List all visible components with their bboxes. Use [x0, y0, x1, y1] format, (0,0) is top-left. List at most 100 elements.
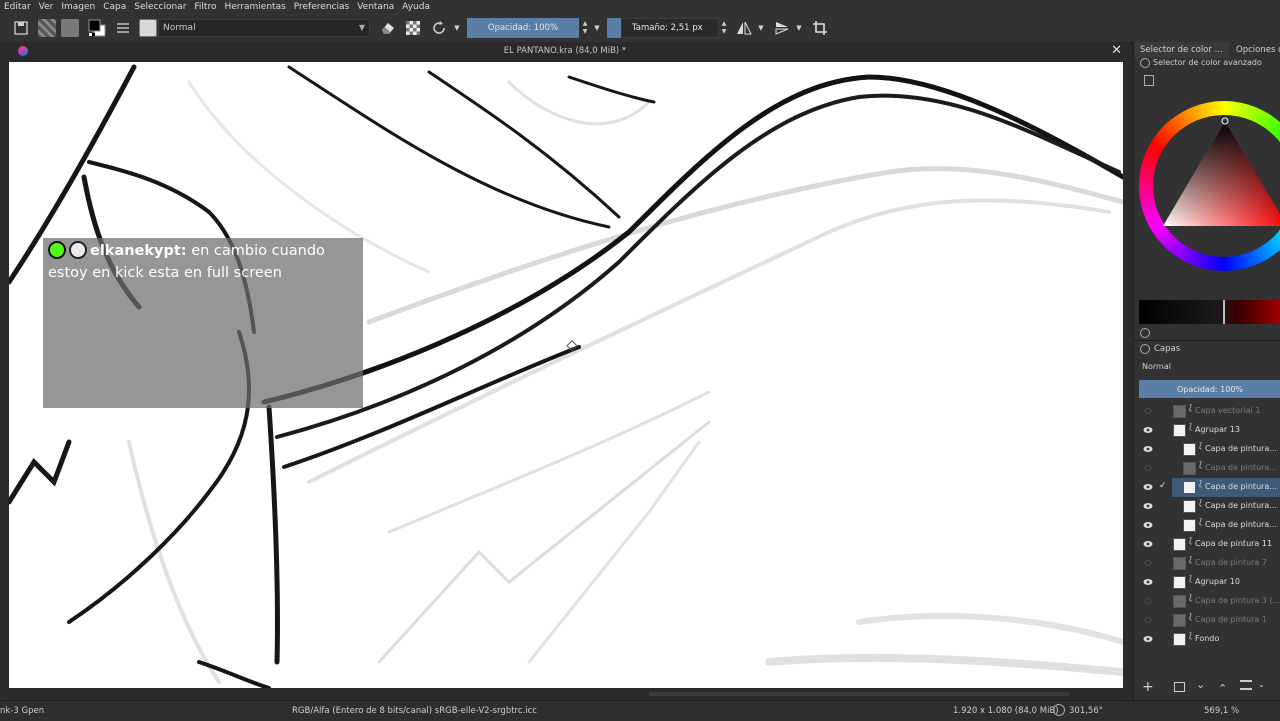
- layer-row[interactable]: ⟅ Fondo: [1139, 630, 1280, 649]
- eye-icon[interactable]: [1143, 445, 1153, 453]
- menu-item-herramientas[interactable]: Herramientas: [220, 2, 289, 12]
- sv-triangle[interactable]: [1139, 101, 1280, 271]
- layer-thumbnail: [1183, 500, 1196, 513]
- menu-item-capa[interactable]: Capa: [99, 2, 130, 12]
- paint-layer-icon: ⟅: [1189, 555, 1193, 564]
- eye-icon[interactable]: [1143, 426, 1153, 434]
- layer-row[interactable]: ⟅ Capa de pintura...: [1139, 497, 1280, 516]
- eye-icon[interactable]: [1143, 540, 1153, 548]
- eye-icon[interactable]: [1143, 635, 1153, 643]
- layer-row[interactable]: ⟅ Agrupar 10: [1139, 573, 1280, 592]
- paint-layer-icon: ⟅: [1189, 536, 1193, 545]
- right-docker-panel: Selector de color ... Opciones de Select…: [1133, 42, 1280, 700]
- size-slider-fill[interactable]: [607, 18, 621, 38]
- mirror-horizontal-icon[interactable]: [734, 18, 754, 38]
- size-stepper[interactable]: ▲ ▼: [719, 18, 729, 38]
- toolbar-handle: [2, 18, 10, 38]
- layer-row[interactable]: ⟅ Capa de pintura 7: [1139, 554, 1280, 573]
- layer-thumbnail: [1173, 557, 1186, 570]
- status-bar: nk-3 Gpen RGB/Alfa (Entero de 8 bits/can…: [0, 700, 1280, 721]
- layer-row[interactable]: ⟅ Capa de pintura...: [1139, 516, 1280, 535]
- menu-item-seleccionar[interactable]: Seleccionar: [130, 2, 190, 12]
- menu-item-filtro[interactable]: Filtro: [190, 2, 220, 12]
- settings-icon[interactable]: [1140, 58, 1150, 68]
- tab-color-selector[interactable]: Selector de color ...: [1134, 42, 1229, 58]
- fg-bg-color-icon[interactable]: [86, 18, 108, 38]
- color-history-strip[interactable]: [1139, 300, 1280, 324]
- layer-name: Fondo: [1195, 634, 1220, 643]
- eye-hidden-icon[interactable]: [1143, 407, 1153, 415]
- reload-preset-icon[interactable]: [428, 18, 450, 38]
- eye-hidden-icon[interactable]: [1143, 597, 1153, 605]
- pattern-preset-icon[interactable]: [60, 18, 80, 38]
- paint-layer-icon: ⟅: [1189, 612, 1193, 621]
- color-marker: [1223, 300, 1225, 324]
- opacity-stepper[interactable]: ▲ ▼: [580, 18, 590, 38]
- layer-row[interactable]: ⟅ Capa de pintura 3 (...: [1139, 592, 1280, 611]
- layer-row[interactable]: ✓ ⟅ Capa de pintura...: [1143, 478, 1280, 497]
- blend-mode-select[interactable]: Normal ▼: [158, 19, 370, 37]
- move-down-icon[interactable]: ⌄: [1196, 678, 1205, 691]
- layer-properties-icon[interactable]: [1240, 680, 1252, 690]
- save-icon[interactable]: [12, 18, 30, 38]
- close-icon[interactable]: ✕: [1111, 43, 1122, 58]
- color-wheel[interactable]: [1139, 101, 1280, 271]
- menu-item-ayuda[interactable]: Ayuda: [398, 2, 434, 12]
- list-icon[interactable]: [1144, 75, 1154, 86]
- layer-row[interactable]: ⟅ Agrupar 13: [1139, 421, 1280, 440]
- horizontal-scrollbar[interactable]: [9, 688, 1123, 700]
- settings-icon[interactable]: [1140, 344, 1150, 354]
- brush-settings-icon[interactable]: [114, 18, 132, 38]
- layer-row[interactable]: ⟅ Capa de pintura 1: [1139, 611, 1280, 630]
- layer-row[interactable]: ⟅ Capa de pintura...: [1139, 440, 1280, 459]
- layer-name: Agrupar 10: [1195, 577, 1240, 586]
- chevron-down-icon[interactable]: ▼: [592, 18, 602, 38]
- layer-name: Agrupar 13: [1195, 425, 1240, 434]
- eye-hidden-icon[interactable]: [1143, 616, 1153, 624]
- chevron-down-icon[interactable]: ▼: [452, 18, 462, 38]
- eye-icon[interactable]: [1143, 578, 1153, 586]
- color-selector-title: Selector de color avanzado: [1153, 58, 1262, 67]
- eye-hidden-icon[interactable]: [1143, 559, 1153, 567]
- eye-hidden-icon[interactable]: [1143, 464, 1153, 472]
- menu-item-ver[interactable]: Ver: [35, 2, 58, 12]
- document-title: EL PANTANO.kra (84,0 MiB) *: [503, 46, 627, 56]
- eye-icon[interactable]: [1143, 521, 1153, 529]
- gradient-preset-icon[interactable]: [37, 18, 57, 38]
- menu-item-editar[interactable]: Editar: [0, 2, 35, 12]
- layer-row[interactable]: ⟅ Capa de pintura...: [1139, 459, 1280, 478]
- layer-thumbnail: [1183, 481, 1196, 494]
- layers-blend-mode[interactable]: Normal: [1142, 362, 1171, 371]
- menu-item-imagen[interactable]: Imagen: [57, 2, 99, 12]
- brush-preset-icon[interactable]: [138, 18, 158, 38]
- eye-icon[interactable]: [1143, 483, 1153, 491]
- duplicate-layer-icon[interactable]: [1174, 682, 1185, 692]
- status-rotation[interactable]: 301,56°: [1069, 706, 1103, 716]
- wrap-around-icon[interactable]: [810, 18, 830, 38]
- opacity-slider[interactable]: Opacidad: 100%: [467, 18, 579, 38]
- refresh-icon[interactable]: [1140, 328, 1150, 338]
- layer-name: Capa de pintura...: [1205, 444, 1277, 453]
- mirror-vertical-icon[interactable]: [772, 18, 792, 38]
- add-layer-icon[interactable]: +: [1142, 679, 1154, 695]
- tab-options[interactable]: Opciones de: [1230, 42, 1280, 58]
- alpha-lock-icon[interactable]: [403, 18, 423, 38]
- eye-icon[interactable]: [1143, 502, 1153, 510]
- menu-item-ventana[interactable]: Ventana: [353, 2, 398, 12]
- checkmark-icon[interactable]: ✓: [1159, 481, 1167, 491]
- eraser-icon[interactable]: [378, 18, 398, 38]
- chevron-down-icon[interactable]: ▼: [794, 18, 804, 38]
- size-slider[interactable]: Tamaño: 2,51 px: [621, 18, 719, 38]
- status-dimensions: 1.920 x 1.080 (84,0 MiB): [953, 706, 1059, 716]
- menu-item-preferencias[interactable]: Preferencias: [290, 2, 353, 12]
- layers-opacity-slider[interactable]: Opacidad: 100%: [1139, 380, 1280, 398]
- chevron-down-icon[interactable]: ⌄: [1258, 680, 1265, 689]
- blend-mode-value: Normal: [163, 23, 196, 33]
- scrollbar-thumb[interactable]: [649, 692, 1069, 696]
- layer-row[interactable]: ⟅ Capa vectorial 1: [1139, 402, 1280, 421]
- layer-row[interactable]: ⟅ Capa de pintura 11: [1139, 535, 1280, 554]
- chevron-down-icon[interactable]: ▼: [756, 18, 766, 38]
- move-up-icon[interactable]: ⌃: [1218, 682, 1227, 695]
- avatar: [69, 241, 87, 259]
- status-zoom[interactable]: 569,1 %: [1204, 706, 1239, 716]
